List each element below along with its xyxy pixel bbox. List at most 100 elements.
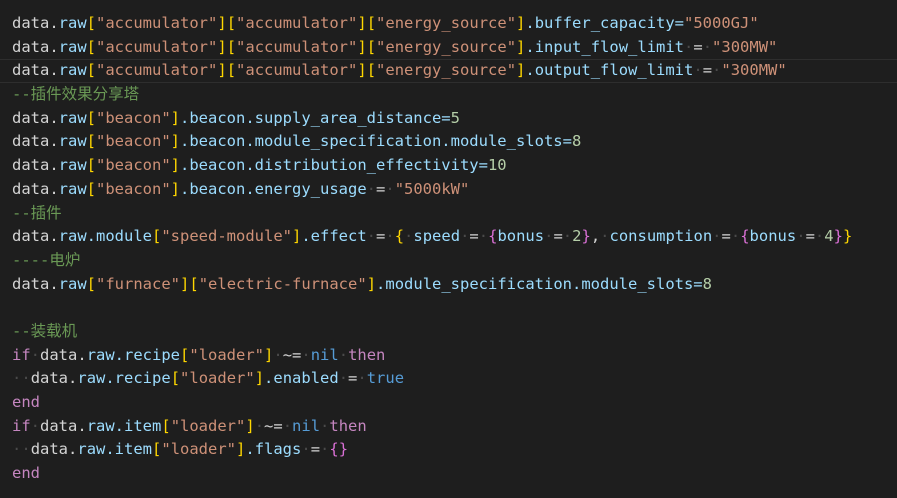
- code-token: data.: [12, 179, 59, 198]
- code-line[interactable]: --插件效果分享塔: [0, 83, 897, 107]
- code-token: "beacon": [96, 156, 171, 175]
- code-token: "300MW": [712, 37, 778, 56]
- code-token: ]: [516, 37, 526, 56]
- code-line[interactable]: end: [0, 462, 897, 486]
- code-token: end: [12, 464, 40, 483]
- code-token: raw: [58, 179, 87, 198]
- code-token: =: [553, 227, 563, 246]
- code-line[interactable]: data.raw["beacon"].beacon.module_specifi…: [0, 130, 897, 154]
- code-token: --插件效果分享塔: [12, 85, 140, 104]
- code-token: ----电炉: [12, 250, 81, 269]
- code-line[interactable]: data.raw.module["speed-module"].effect·=…: [0, 225, 897, 249]
- code-token: [: [226, 14, 237, 32]
- whitespace-marker: ·: [357, 369, 367, 388]
- code-line[interactable]: data.raw["accumulator"]["accumulator"]["…: [0, 12, 897, 36]
- code-token: ,: [590, 227, 601, 246]
- code-token: bonus: [749, 227, 797, 246]
- code-editor[interactable]: data.raw["accumulator"]["accumulator"]["…: [0, 0, 897, 498]
- code-token: ]: [366, 274, 377, 293]
- code-line[interactable]: data.raw["beacon"].beacon.energy_usage·=…: [0, 178, 897, 202]
- code-token: raw.recipe: [86, 345, 181, 364]
- code-token: [: [226, 37, 237, 56]
- whitespace-marker: ·: [30, 345, 41, 364]
- code-token: "speed-module": [161, 227, 292, 246]
- code-token: }: [581, 227, 591, 246]
- code-line[interactable]: --插件: [0, 202, 897, 226]
- code-token: raw: [58, 274, 87, 293]
- code-token: data.: [12, 61, 59, 80]
- code-token: raw: [58, 132, 87, 151]
- code-token: data.: [40, 416, 87, 435]
- code-token: ]: [357, 37, 367, 56]
- code-token: ]: [170, 156, 181, 175]
- whitespace-marker: ·: [30, 416, 41, 435]
- code-token: 4: [824, 227, 834, 246]
- code-token: "beacon": [96, 179, 171, 198]
- code-token: "5000GJ": [684, 14, 759, 32]
- whitespace-marker: ·: [21, 440, 31, 459]
- code-token: ]: [516, 61, 526, 80]
- code-token: nil: [310, 345, 339, 364]
- code-line[interactable]: data.raw["beacon"].beacon.distribution_e…: [0, 154, 897, 178]
- code-token: bonus: [497, 227, 545, 246]
- code-token: [: [86, 14, 97, 32]
- code-token: }: [842, 227, 853, 246]
- code-token: "loader": [189, 345, 265, 364]
- code-token: ]: [357, 14, 367, 32]
- code-line[interactable]: ----电炉: [0, 249, 897, 273]
- code-line[interactable]: --装载机: [0, 320, 897, 344]
- code-token: ]: [245, 416, 255, 435]
- whitespace-marker: ·: [320, 416, 330, 435]
- code-token: [: [86, 108, 97, 127]
- code-token: .beacon.supply_area_distance=: [180, 108, 451, 127]
- code-token: =: [702, 61, 713, 80]
- whitespace-marker: ·: [301, 345, 311, 364]
- code-token: =: [348, 369, 358, 388]
- code-line[interactable]: data.raw["accumulator"]["accumulator"]["…: [0, 36, 897, 60]
- whitespace-marker: ·: [404, 227, 414, 246]
- code-token: consumption: [609, 227, 713, 246]
- code-token: ]: [236, 440, 246, 459]
- code-line[interactable]: if·data.raw.recipe["loader"]·~=·nil·then: [0, 344, 897, 368]
- code-token: "accumulator": [96, 14, 218, 32]
- code-token: ~=: [282, 345, 302, 364]
- code-token: [: [86, 274, 97, 293]
- code-token: "accumulator": [236, 14, 358, 32]
- code-token: [: [152, 440, 162, 459]
- code-token: "accumulator": [96, 37, 218, 56]
- code-token: =: [376, 179, 386, 198]
- code-token: raw: [58, 37, 87, 56]
- code-token: raw.item: [86, 416, 162, 435]
- code-line[interactable]: end: [0, 391, 897, 415]
- code-line[interactable]: [0, 296, 897, 320]
- whitespace-marker: ·: [301, 440, 311, 459]
- code-token: ]: [264, 345, 274, 364]
- whitespace-marker: ·: [478, 227, 489, 246]
- code-token: ]: [217, 61, 227, 80]
- whitespace-marker: ·: [320, 440, 330, 459]
- code-token: .beacon.distribution_effectivity=: [180, 156, 488, 175]
- code-line[interactable]: data.raw["accumulator"]["accumulator"]["…: [0, 59, 897, 83]
- code-token: ]: [357, 61, 367, 80]
- code-token: "accumulator": [236, 61, 358, 80]
- code-token: [: [189, 274, 199, 293]
- code-token: ]: [516, 14, 526, 32]
- code-token: ~=: [264, 416, 283, 435]
- code-line[interactable]: if·data.raw.item["loader"]·~=·nil·then: [0, 415, 897, 439]
- code-line[interactable]: data.raw["beacon"].beacon.supply_area_di…: [0, 107, 897, 131]
- code-token: ]: [170, 132, 181, 151]
- code-token: raw: [58, 156, 87, 175]
- code-token: "accumulator": [96, 61, 218, 80]
- code-line[interactable]: data.raw["furnace"]["electric-furnace"].…: [0, 273, 897, 297]
- code-token: 5: [450, 108, 460, 127]
- whitespace-marker: ·: [562, 227, 573, 246]
- code-token: raw: [58, 14, 87, 32]
- whitespace-marker: ·: [282, 416, 293, 435]
- code-token: end: [12, 393, 40, 411]
- code-line[interactable]: ··data.raw.recipe["loader"].enabled·=·tr…: [0, 367, 897, 391]
- code-line[interactable]: ··data.raw.item["loader"].flags·=·{}: [0, 438, 897, 462]
- code-token: ]: [254, 369, 265, 388]
- code-token: if: [12, 345, 31, 364]
- whitespace-marker: ·: [814, 227, 825, 246]
- code-token: data.: [12, 132, 59, 151]
